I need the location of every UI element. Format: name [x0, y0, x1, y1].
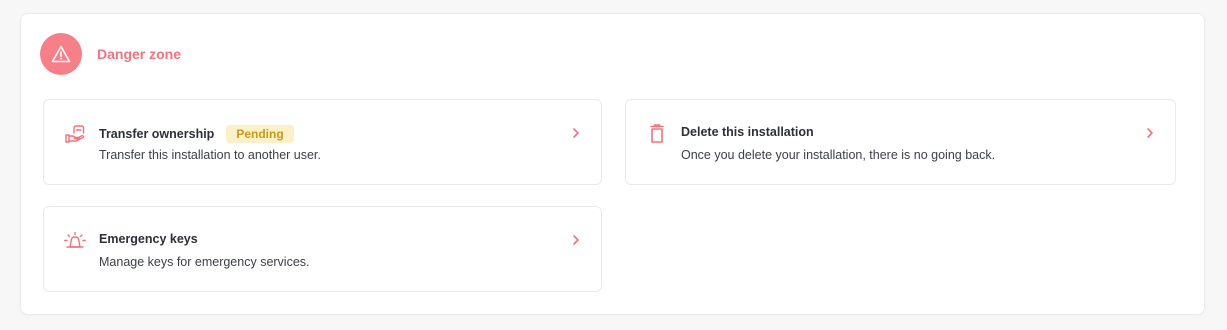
pending-badge: Pending	[226, 125, 294, 143]
transfer-ownership-description: Transfer this installation to another us…	[99, 148, 321, 162]
emergency-keys-title: Emergency keys	[99, 232, 198, 246]
emergency-keys-description: Manage keys for emergency services.	[99, 255, 310, 269]
emergency-keys-card[interactable]: Emergency keys Manage keys for emergency…	[43, 206, 602, 292]
transfer-ownership-card[interactable]: Transfer ownership Pending Transfer this…	[43, 99, 602, 185]
chevron-right-icon	[573, 235, 579, 245]
delete-installation-card[interactable]: Delete this installation Once you delete…	[625, 99, 1176, 185]
danger-zone-panel: Danger zone Transfer ownership Pending T…	[20, 13, 1205, 315]
warning-triangle-icon	[40, 33, 82, 75]
hand-transfer-icon	[64, 123, 86, 145]
danger-zone-title: Danger zone	[97, 46, 182, 62]
delete-installation-description: Once you delete your installation, there…	[681, 148, 996, 162]
chevron-right-icon	[1147, 128, 1153, 138]
trash-icon	[646, 123, 668, 145]
delete-installation-title: Delete this installation	[681, 125, 814, 139]
siren-icon	[64, 230, 86, 252]
chevron-right-icon	[573, 128, 579, 138]
danger-zone-header: Danger zone	[40, 33, 181, 75]
transfer-ownership-title: Transfer ownership	[99, 127, 215, 141]
